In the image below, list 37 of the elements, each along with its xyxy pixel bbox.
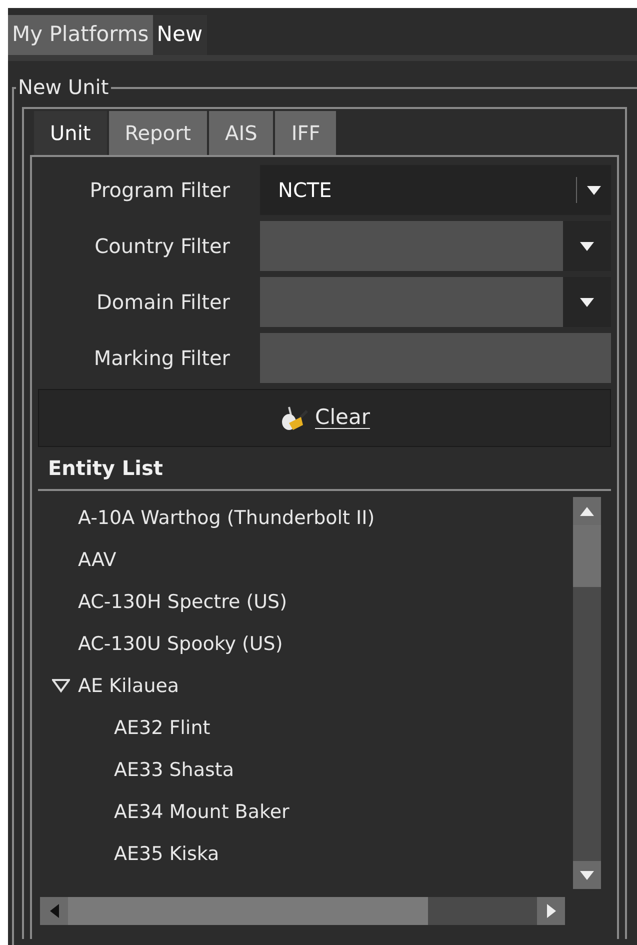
filter-label: Domain Filter [96,289,231,316]
unit-tab[interactable]: IFF [275,111,336,155]
unit-tab[interactable]: Unit [34,111,107,155]
horizontal-scrollbar[interactable] [40,897,565,925]
filter-label: Country Filter [94,233,231,260]
entity-list-item[interactable]: AE Kilauea [78,672,180,700]
down-arrow-icon[interactable] [580,870,594,880]
expanded-triangle-icon[interactable] [52,679,70,693]
input-field[interactable] [260,333,611,383]
entity-list-item[interactable]: A-10A Warthog (Thunderbolt II) [78,504,375,532]
entity-list-item[interactable]: AAV [78,546,116,574]
entity-list-item[interactable]: AC-130U Spooky (US) [78,630,283,658]
vertical-scrollbar[interactable] [573,497,601,889]
dropdown-arrow-icon [580,242,594,250]
unit-tab[interactable]: AIS [209,111,274,155]
scrollbar-thumb[interactable] [68,897,428,925]
right-arrow-icon[interactable] [546,904,556,918]
clear-button[interactable]: Clear [38,389,611,447]
entity-list-item[interactable]: AE34 Mount Baker [114,798,290,826]
entity-list-item[interactable]: AE32 Flint [114,714,210,742]
entity-list-item[interactable]: AE33 Shasta [114,756,234,784]
entity-list-item[interactable]: AE35 Kiska [114,840,220,868]
panel-tab[interactable]: My Platforms [8,15,153,55]
dropdown-field[interactable]: NCTE [260,165,611,215]
scrollbar-thumb[interactable] [573,525,601,587]
unit-tab[interactable]: Report [108,111,208,155]
left-arrow-icon[interactable] [50,904,58,918]
dropdown-field[interactable] [260,277,611,327]
dropdown-arrow-icon [587,186,601,194]
entity-list-header: Entity List [38,447,611,491]
dropdown-field[interactable] [260,221,611,271]
panel-tab[interactable]: New [152,15,207,55]
dropdown-arrow-icon [580,298,594,306]
filter-label: Program Filter [88,177,231,204]
entity-list-item[interactable]: AC-130H Spectre (US) [78,588,287,616]
filter-label: Marking Filter [92,345,231,372]
up-arrow-icon[interactable] [580,506,594,516]
